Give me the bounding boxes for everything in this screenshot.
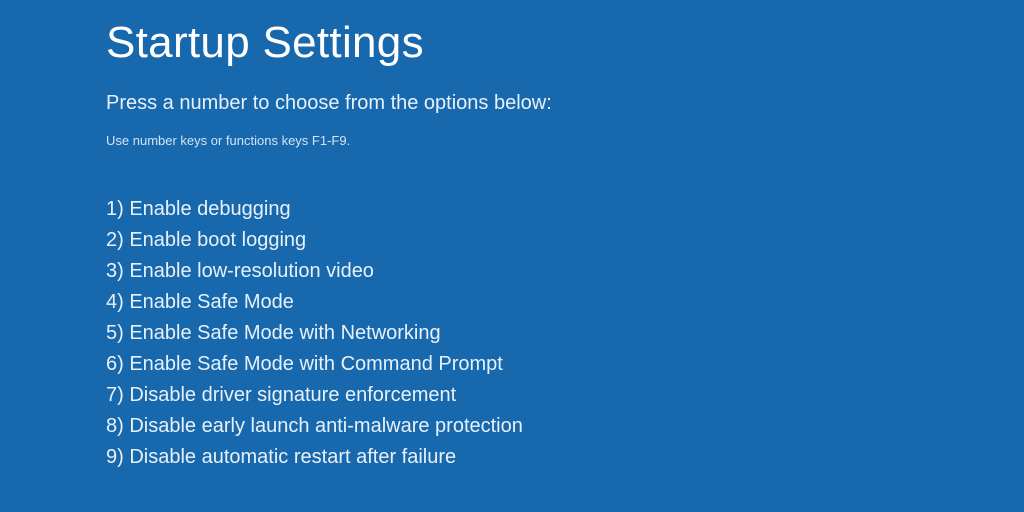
option-disable-early-launch-anti-malware[interactable]: 8) Disable early launch anti-malware pro… [106,411,1024,442]
option-number: 5 [106,322,117,344]
option-label: Disable early launch anti-malware protec… [129,415,523,437]
options-list: 1) Enable debugging 2) Enable boot loggi… [106,194,1024,473]
option-enable-boot-logging[interactable]: 2) Enable boot logging [106,225,1024,256]
option-number: 9 [106,446,117,468]
option-label: Enable Safe Mode [129,291,294,313]
option-enable-safe-mode-command-prompt[interactable]: 6) Enable Safe Mode with Command Prompt [106,349,1024,380]
option-number: 7 [106,384,117,406]
option-disable-driver-signature-enforcement[interactable]: 7) Disable driver signature enforcement [106,380,1024,411]
option-label: Enable debugging [129,198,290,220]
option-enable-low-resolution-video[interactable]: 3) Enable low-resolution video [106,256,1024,287]
option-number: 4 [106,291,117,313]
option-disable-automatic-restart[interactable]: 9) Disable automatic restart after failu… [106,442,1024,473]
hint-text: Use number keys or functions keys F1-F9. [106,133,1024,148]
option-number: 8 [106,415,117,437]
option-label: Enable Safe Mode with Networking [129,322,440,344]
option-label: Disable driver signature enforcement [129,384,456,406]
option-enable-debugging[interactable]: 1) Enable debugging [106,194,1024,225]
option-number: 6 [106,353,117,375]
option-number: 2 [106,229,117,251]
option-label: Disable automatic restart after failure [129,446,456,468]
option-label: Enable low-resolution video [129,260,374,282]
option-number: 3 [106,260,117,282]
option-label: Enable boot logging [129,229,306,251]
option-enable-safe-mode[interactable]: 4) Enable Safe Mode [106,287,1024,318]
startup-settings-screen: Startup Settings Press a number to choos… [0,0,1024,473]
option-number: 1 [106,198,117,220]
page-title: Startup Settings [106,18,1024,68]
prompt-text: Press a number to choose from the option… [106,92,1024,115]
option-enable-safe-mode-networking[interactable]: 5) Enable Safe Mode with Networking [106,318,1024,349]
option-label: Enable Safe Mode with Command Prompt [129,353,503,375]
